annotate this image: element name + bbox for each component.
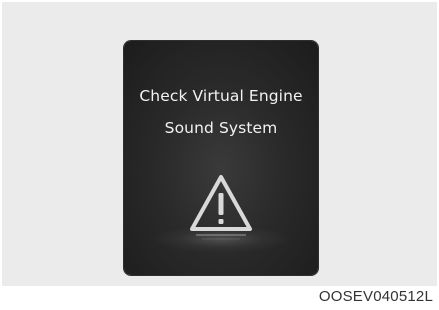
instrument-cluster-display: Check Virtual Engine Sound System bbox=[124, 41, 318, 275]
warning-message-line-1: Check Virtual Engine bbox=[139, 87, 303, 105]
figure-code: OOSEV040512L bbox=[318, 288, 433, 305]
warning-triangle-icon bbox=[190, 175, 252, 240]
warning-message-line-2: Sound System bbox=[164, 119, 278, 137]
